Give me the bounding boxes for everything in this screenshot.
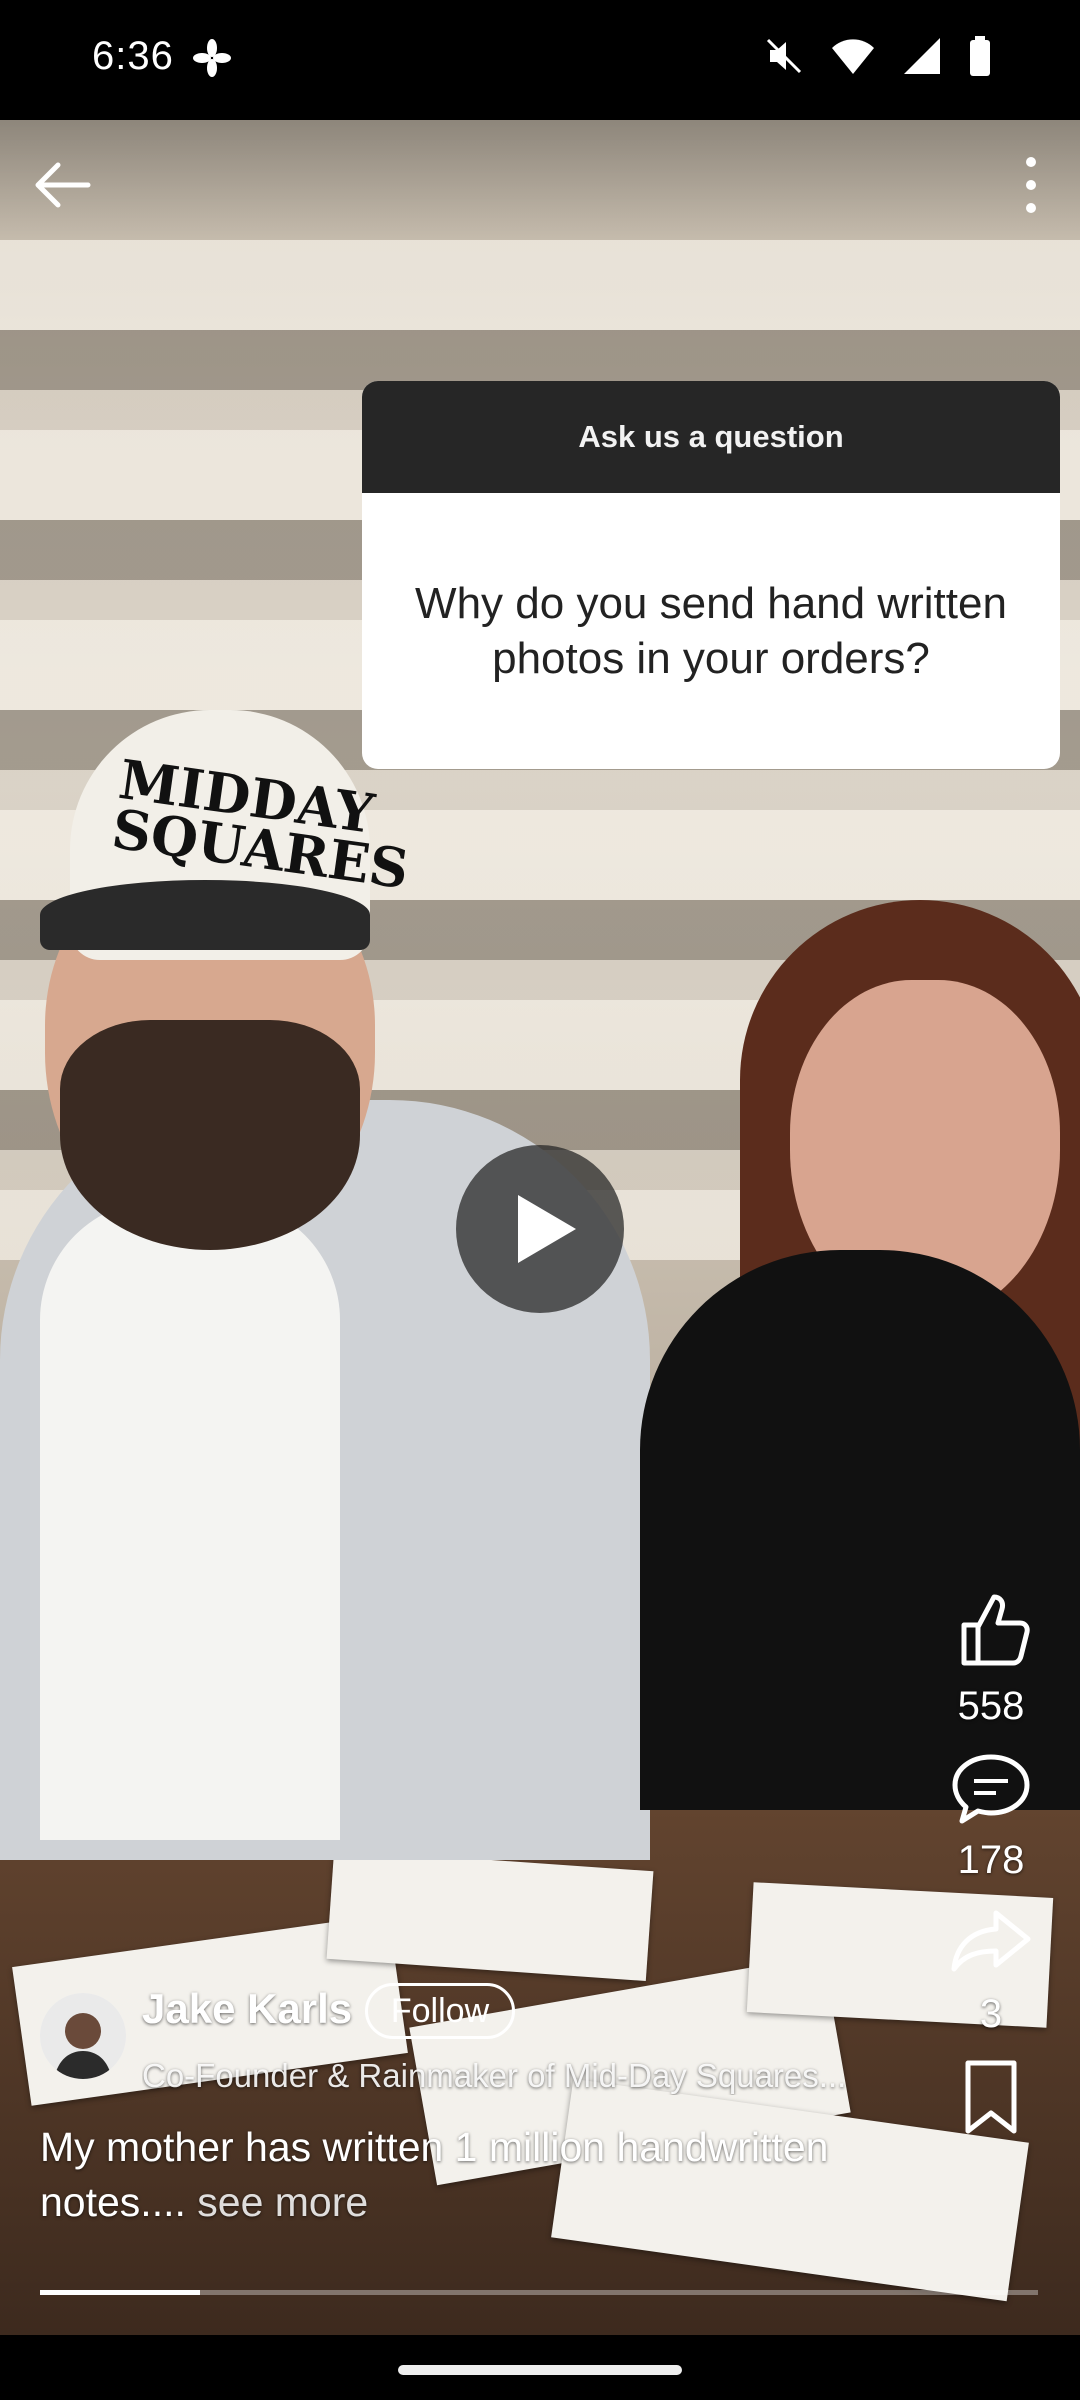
comment-count: 178 bbox=[957, 1838, 1025, 1882]
mute-icon bbox=[764, 36, 804, 81]
caption[interactable]: My mother has written 1 million handwrit… bbox=[40, 2120, 920, 2230]
like-button[interactable]: 558 bbox=[916, 1585, 1066, 1729]
play-button[interactable] bbox=[456, 1145, 624, 1313]
system-nav-bar bbox=[0, 2335, 1080, 2400]
follow-button[interactable]: Follow bbox=[365, 1983, 515, 2039]
action-rail: 558 178 3 bbox=[916, 1585, 1066, 2162]
see-more-link[interactable]: see more bbox=[197, 2179, 368, 2225]
play-icon bbox=[518, 1195, 576, 1263]
author-headline: Co-Founder & Rainmaker of Mid-Day Square… bbox=[142, 2057, 847, 2094]
question-sticker: Ask us a question Why do you send hand w… bbox=[362, 381, 1060, 769]
question-sticker-header: Ask us a question bbox=[362, 381, 1060, 493]
video-progress-fill bbox=[40, 2290, 200, 2295]
man-beard bbox=[60, 1020, 360, 1250]
author-row: Jake Karls Follow Co-Founder & Rainmaker… bbox=[40, 1983, 940, 2094]
battery-icon bbox=[968, 36, 992, 81]
like-count: 558 bbox=[957, 1684, 1025, 1728]
cap-brim bbox=[40, 880, 370, 950]
more-vert-icon bbox=[1026, 157, 1036, 213]
caption-text: My mother has written 1 million handwrit… bbox=[40, 2124, 829, 2225]
like-icon bbox=[961, 1594, 1030, 1666]
question-sticker-text: Why do you send hand written photos in y… bbox=[415, 579, 1007, 683]
home-indicator[interactable] bbox=[398, 2365, 682, 2375]
pinwheel-icon bbox=[192, 38, 232, 83]
signal-icon bbox=[902, 36, 942, 81]
comment-icon bbox=[952, 1754, 1030, 1824]
status-time: 6:36 bbox=[92, 34, 174, 78]
top-overlay bbox=[0, 120, 1080, 240]
man-shirt bbox=[40, 1200, 340, 1840]
author-name[interactable]: Jake Karls bbox=[142, 1985, 352, 2033]
comment-button[interactable]: 178 bbox=[916, 1749, 1066, 1883]
back-button[interactable] bbox=[28, 155, 98, 215]
status-bar: 6:36 bbox=[0, 0, 1080, 120]
avatar[interactable] bbox=[40, 1993, 126, 2079]
wifi-icon bbox=[830, 36, 876, 81]
video-progress-bar[interactable] bbox=[40, 2290, 1038, 2295]
note-photo bbox=[326, 1848, 654, 1982]
bookmark-icon bbox=[965, 2060, 1017, 2134]
more-options-button[interactable] bbox=[1006, 150, 1056, 220]
share-icon bbox=[951, 1910, 1031, 1972]
back-arrow-icon bbox=[35, 162, 91, 208]
